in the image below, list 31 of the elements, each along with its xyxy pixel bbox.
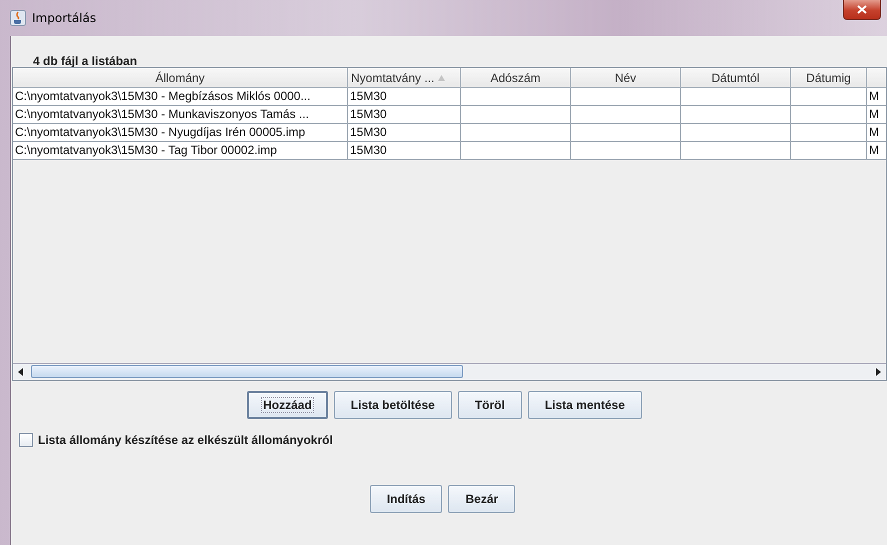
- button[interactable]: Töröl: [458, 391, 522, 419]
- scrollbar-thumb[interactable]: [31, 365, 463, 378]
- table-cell: C:\nyomtatvanyok3\15M30 - Nyugdíjas Irén 00005.imp: [13, 124, 348, 142]
- table-cell: M: [867, 124, 886, 142]
- table-cell: M: [867, 106, 886, 124]
- table-cell: 15M30: [348, 106, 461, 124]
- table-cell: 15M30: [348, 88, 461, 106]
- column-header[interactable]: Név: [571, 68, 681, 88]
- table-cell: M: [867, 142, 886, 160]
- table-cell: M: [867, 88, 886, 106]
- button[interactable]: Lista betöltése: [334, 391, 452, 419]
- close-button[interactable]: [843, 0, 881, 20]
- button[interactable]: Hozzáad: [247, 391, 328, 419]
- button[interactable]: Lista mentése: [528, 391, 642, 419]
- table-cell: 15M30: [348, 124, 461, 142]
- column-header[interactable]: Dátumig: [791, 68, 867, 88]
- file-count-label: 4 db fájl a listában: [32, 53, 138, 67]
- table-cell: C:\nyomtatvanyok3\15M30 - Tag Tibor 00002.imp: [13, 142, 348, 160]
- close-icon: [857, 5, 867, 14]
- java-cup-icon: [10, 10, 26, 26]
- table-cell: 15M30: [348, 142, 461, 160]
- checkbox-label[interactable]: Lista állomány készítése az elkészült állományokról: [38, 433, 333, 447]
- column-header[interactable]: Állomány: [13, 68, 348, 88]
- button[interactable]: Bezár: [448, 485, 516, 513]
- column-header[interactable]: Dátumtól: [681, 68, 791, 88]
- table-cell: C:\nyomtatvanyok3\15M30 - Megbízásos Miklós 0000...: [13, 88, 348, 106]
- button[interactable]: Indítás: [370, 485, 442, 513]
- checkbox[interactable]: [19, 433, 33, 447]
- column-header[interactable]: Adószám: [461, 68, 571, 88]
- window-title: Importálás: [32, 11, 96, 25]
- table-cell: C:\nyomtatvanyok3\15M30 - Munkaviszonyos Tamás ...: [13, 106, 348, 124]
